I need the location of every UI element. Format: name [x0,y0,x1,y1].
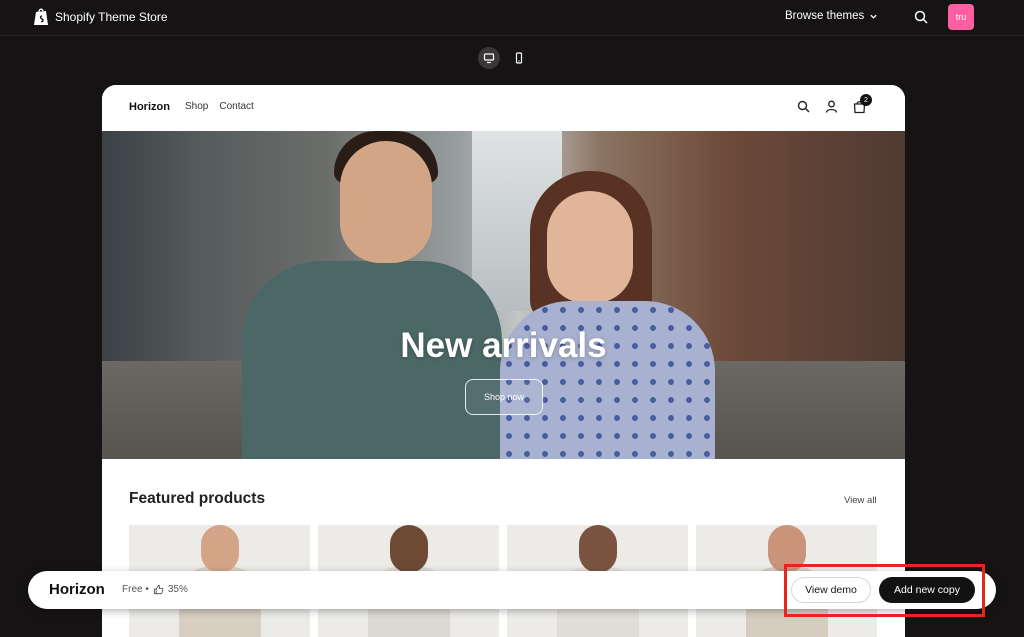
store-search-button[interactable] [796,99,811,114]
store-header: Horizon Shop Contact 2 [102,85,905,131]
theme-name: Horizon [49,581,105,598]
store-logo[interactable]: Horizon [129,101,170,113]
chevron-down-icon [870,14,877,19]
store-nav: Shop Contact [185,101,254,112]
search-icon[interactable] [913,9,929,25]
browse-themes-menu[interactable]: Browse themes [785,10,878,22]
theme-price: Free • [122,584,149,595]
device-toggle [478,47,530,69]
view-demo-button[interactable]: View demo [791,577,871,603]
browse-themes-label: Browse themes [785,10,865,22]
thumbs-up-icon [153,584,164,595]
search-icon [797,100,810,113]
desktop-icon [483,53,495,64]
cart-count-badge: 2 [860,94,872,106]
desktop-view-button[interactable] [478,47,500,69]
product-image-face [390,525,428,573]
product-image-face [201,525,239,573]
hero-banner: New arrivals Shop now [102,131,905,459]
shop-now-button[interactable]: Shop now [465,379,543,415]
mobile-icon [515,52,523,64]
product-image-face [579,525,617,573]
hero-title: New arrivals [400,326,607,365]
nav-shop[interactable]: Shop [185,101,208,112]
view-all-link[interactable]: View all [844,495,877,506]
hero-model-female-face [547,191,633,303]
add-new-copy-button[interactable]: Add new copy [879,577,975,603]
shopify-bag-icon [34,8,48,25]
mobile-view-button[interactable] [508,47,530,69]
featured-products-title: Featured products [129,490,266,507]
hero-model-male-face [340,141,432,263]
store-account-button[interactable] [824,99,839,114]
theme-preview: Horizon Shop Contact 2 New arrivals Shop… [102,85,905,637]
store-header-icons: 2 [796,94,872,114]
theme-meta: Free • 35% [122,584,188,595]
theme-rating: 35% [167,584,188,595]
top-bar: Shopify Theme Store Browse themes tru [0,0,1024,36]
nav-contact[interactable]: Contact [219,101,253,112]
user-avatar[interactable]: tru [948,4,974,30]
user-icon [825,100,838,113]
brand-text: Shopify Theme Store [55,10,168,24]
brand[interactable]: Shopify Theme Store [33,8,168,26]
store-cart-button[interactable]: 2 [852,94,872,114]
